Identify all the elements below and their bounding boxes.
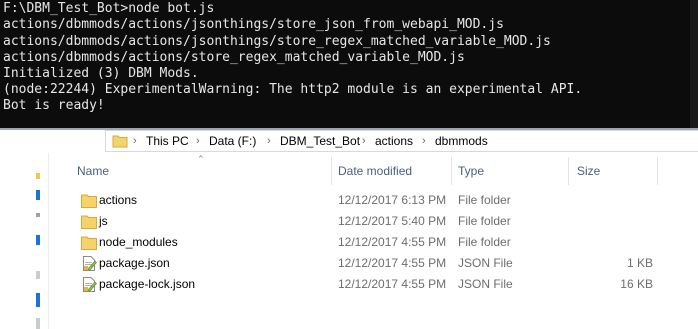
file-date: 12/12/2017 5:40 PM — [338, 214, 447, 228]
file-type: JSON File — [458, 256, 513, 270]
breadcrumb-item[interactable]: dbmmods — [435, 133, 488, 149]
folder-icon — [81, 215, 97, 229]
file-size: 16 KB — [620, 277, 653, 291]
file-name: node_modules — [99, 235, 178, 249]
network-icon[interactable] — [36, 318, 40, 329]
json-file-icon — [83, 256, 97, 271]
file-name: package.json — [99, 256, 170, 270]
column-divider[interactable] — [657, 157, 658, 185]
column-header-name[interactable]: Name — [77, 157, 331, 185]
folder-icon — [112, 135, 128, 148]
breadcrumb[interactable]: › This PC › Data (F:) › DBM_Test_Bot › a… — [105, 130, 698, 152]
chevron-right-icon[interactable]: › — [362, 133, 366, 149]
file-date: 12/12/2017 4:55 PM — [338, 277, 447, 291]
navigation-pane[interactable] — [0, 153, 48, 329]
folder-icon — [81, 236, 97, 250]
chevron-right-icon[interactable]: › — [422, 133, 426, 149]
folder-icon — [81, 194, 97, 208]
file-size: 1 KB — [626, 256, 653, 270]
column-header-type[interactable]: Type — [458, 157, 568, 185]
pane-divider — [48, 153, 49, 329]
column-header-size[interactable]: Size — [577, 157, 657, 185]
console-line: F:\DBM_Test_Bot>node bot.js — [3, 1, 215, 16]
drive-icon[interactable] — [36, 235, 40, 245]
file-date: 12/12/2017 6:13 PM — [338, 193, 447, 207]
drive-icon[interactable] — [36, 293, 40, 307]
breadcrumb-item[interactable]: This PC — [146, 133, 189, 149]
list-item[interactable]: actions 12/12/2017 6:13 PM File folder — [73, 190, 693, 211]
quick-access-icon[interactable] — [36, 173, 40, 179]
console-line: actions/dbmmods/actions/store_regex_matc… — [3, 50, 465, 65]
file-name: actions — [99, 193, 138, 207]
pc-icon[interactable] — [36, 213, 40, 217]
file-type: File folder — [458, 214, 511, 228]
file-name: package-lock.json — [99, 277, 196, 291]
console-line: actions/dbmmods/actions/jsonthings/store… — [3, 34, 551, 49]
column-divider[interactable] — [451, 157, 452, 185]
file-type: File folder — [458, 193, 511, 207]
file-type: File folder — [458, 235, 511, 249]
file-date: 12/12/2017 4:55 PM — [338, 256, 447, 270]
breadcrumb-item[interactable]: DBM_Test_Bot — [280, 133, 360, 149]
chevron-right-icon[interactable]: › — [196, 133, 200, 149]
address-bar: › This PC › Data (F:) › DBM_Test_Bot › a… — [0, 130, 698, 153]
console-line: (node:22244) ExperimentalWarning: The ht… — [3, 82, 583, 97]
console-window: F:\DBM_Test_Bot>node bot.js actions/dbmm… — [0, 0, 698, 128]
chevron-right-icon[interactable]: › — [267, 133, 271, 149]
file-type: JSON File — [458, 277, 513, 291]
json-file-icon — [83, 277, 97, 292]
console-scrollbar[interactable] — [690, 0, 698, 128]
chevron-right-icon[interactable]: › — [133, 133, 137, 149]
column-divider[interactable] — [568, 157, 569, 185]
drive-icon[interactable] — [36, 271, 40, 279]
list-item[interactable]: package.json 12/12/2017 4:55 PM JSON Fil… — [73, 253, 693, 274]
column-divider[interactable] — [331, 157, 332, 185]
console-line: Initialized (3) DBM Mods. — [3, 66, 199, 81]
console-line: actions/dbmmods/actions/jsonthings/store… — [3, 17, 504, 32]
file-name: js — [99, 214, 108, 228]
console-line: Bot is ready! — [3, 98, 105, 113]
column-header-date[interactable]: Date modified — [338, 157, 451, 185]
breadcrumb-item[interactable]: actions — [375, 133, 413, 149]
list-item[interactable]: js 12/12/2017 5:40 PM File folder — [73, 211, 693, 232]
list-item[interactable]: node_modules 12/12/2017 4:55 PM File fol… — [73, 232, 693, 253]
breadcrumb-item[interactable]: Data (F:) — [209, 133, 256, 149]
onedrive-icon[interactable] — [36, 190, 40, 200]
list-item[interactable]: package-lock.json 12/12/2017 4:55 PM JSO… — [73, 274, 693, 295]
file-date: 12/12/2017 4:55 PM — [338, 235, 447, 249]
